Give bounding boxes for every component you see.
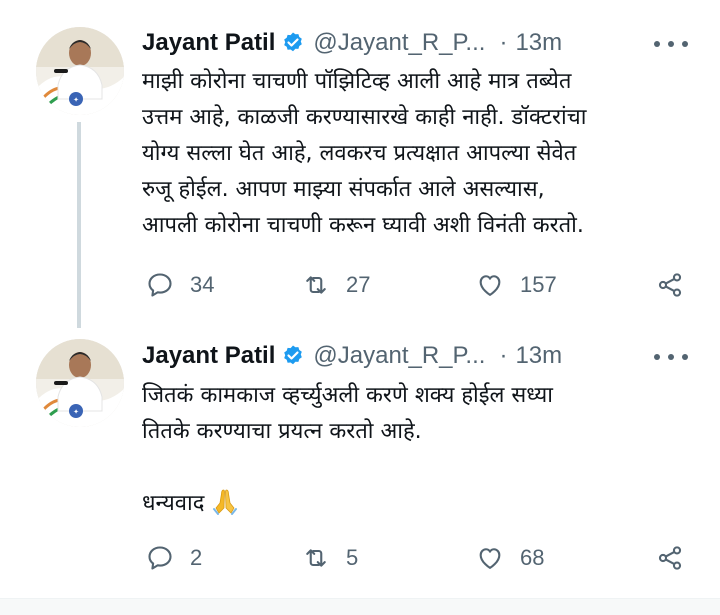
timestamp[interactable]: 13m [515,342,562,370]
thread-connector [77,122,81,328]
retweet-button[interactable]: 5 [302,541,358,575]
avatar[interactable]: ✦ [36,339,124,427]
tweet-header: Jayant Patil @Jayant_R_P... · 13m [142,26,562,60]
verified-badge-icon [284,345,303,365]
more-icon[interactable] [654,347,688,367]
tweet-text-line: योग्य सल्ला घेत आहे, लवकरच प्रत्यक्षात आ… [142,141,577,166]
tweet-text-line: तितके करण्याचा प्रयत्न करतो आहे. [142,419,422,444]
tweet-text-line: आपली कोरोना चाचणी करून घ्यावी अशी विनंती… [142,213,584,238]
tweet-text-line: रुजू होईल. आपण माझ्या संपर्कात आले असल्य… [142,177,545,202]
reply-count: 34 [190,272,215,297]
author-handle[interactable]: @Jayant_R_P... [313,342,485,370]
author-name[interactable]: Jayant Patil [142,342,275,370]
svg-text:✦: ✦ [73,96,79,104]
share-button[interactable] [656,541,684,575]
tweet-text-line: उत्तम आहे, काळजी करण्यासारखे काही नाही. … [142,105,587,130]
reply-icon [148,546,172,570]
like-button[interactable]: 68 [476,541,544,575]
thanks-text: धन्यवाद [142,491,205,516]
reply-button[interactable]: 2 [146,541,202,575]
reply-button[interactable]: 34 [146,268,214,302]
avatar-image: ✦ [36,27,124,115]
more-icon[interactable] [654,34,688,54]
tweet-text-line: माझी कोरोना चाचणी पॉझिटिव्ह आली आहे मात्… [142,69,572,94]
tweet-text: माझी कोरोना चाचणी पॉझिटिव्ह आली आहे मात्… [142,64,702,244]
like-button[interactable]: 157 [476,268,557,302]
tweet-text-line: जितकं कामकाज व्हर्च्युअली करणे शक्य होईल… [142,383,554,408]
like-count: 157 [520,272,557,297]
tweet-text: जितकं कामकाज व्हर्च्युअली करणे शक्य होईल… [142,378,702,522]
svg-text:✦: ✦ [73,408,79,416]
retweet-icon [306,549,326,567]
retweet-count: 5 [346,545,359,570]
tweet-actions: 2 5 68 [142,541,702,575]
feed-bottom-edge [0,598,720,615]
like-icon [479,548,501,569]
avatar-image: ✦ [36,339,124,427]
tweet-header: Jayant Patil @Jayant_R_P... · 13m [142,339,562,373]
tweet-text-line: धन्यवाद [142,486,702,522]
tweet[interactable]: ✦ Jayant Patil @Jayant_R_P... · 13m माझी… [0,0,720,328]
share-icon [658,273,682,297]
tweet-actions: 34 27 157 [142,268,702,302]
verified-badge-icon [284,32,303,52]
author-name[interactable]: Jayant Patil [142,29,275,57]
folded-hands-emoji [213,489,238,515]
retweet-button[interactable]: 27 [302,268,370,302]
like-count: 68 [520,545,545,570]
retweet-icon [306,276,326,294]
timestamp[interactable]: 13m [515,29,562,57]
reply-icon [148,273,172,297]
share-icon [658,546,682,570]
reply-count: 2 [190,545,203,570]
share-button[interactable] [656,268,684,302]
separator-dot: · [499,29,508,56]
tweet[interactable]: ✦ Jayant Patil @Jayant_R_P... · 13m जितक… [0,328,720,600]
avatar[interactable]: ✦ [36,27,124,115]
separator-dot: · [499,342,508,369]
retweet-count: 27 [346,272,371,297]
author-handle[interactable]: @Jayant_R_P... [313,29,485,57]
like-icon [479,275,501,296]
